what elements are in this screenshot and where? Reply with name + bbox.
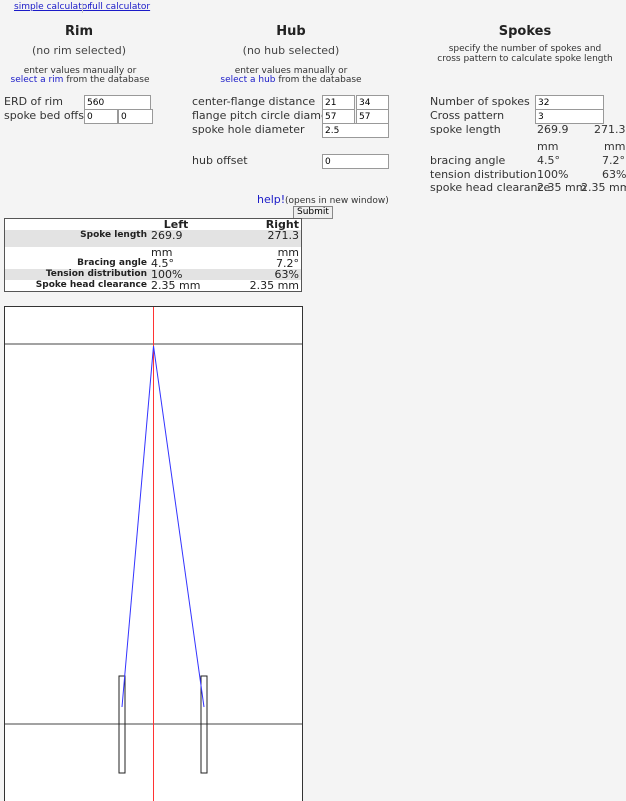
table-row: Spoke length 269.9 271.3: [5, 230, 301, 241]
help-note: (opens in new window): [285, 196, 389, 206]
erd-label: ERD of rim: [4, 95, 63, 108]
erd-input[interactable]: [84, 95, 151, 110]
row-left: 269.9: [149, 230, 203, 241]
number-of-spokes-input[interactable]: [535, 95, 604, 110]
help-link[interactable]: help!: [257, 193, 285, 206]
spoke-length-left: 269.9: [537, 123, 569, 136]
rim-status: (no rim selected): [31, 44, 126, 57]
spoke-hole-diameter-input[interactable]: [322, 123, 389, 138]
rim-hint-line2: select a rim from the database: [0, 75, 160, 85]
hub-offset-label: hub offset: [192, 154, 248, 167]
spoke-length-label: spoke length: [430, 123, 501, 136]
tension-distribution-left: 100%: [537, 168, 569, 181]
flange-pcd-left-input[interactable]: [322, 109, 355, 124]
number-of-spokes-label: Number of spokes: [430, 95, 530, 108]
bracing-angle-label: bracing angle: [430, 154, 506, 167]
unit-right: mm: [604, 140, 626, 153]
spoke-bed-offset-right-input[interactable]: [118, 109, 153, 124]
rim-heading: Rim: [64, 24, 93, 39]
center-flange-right-input[interactable]: [356, 95, 389, 110]
wheel-diagram-svg: [5, 307, 302, 801]
spokes-heading: Spokes: [498, 24, 552, 39]
row-right: 2.35 mm: [249, 279, 299, 292]
spoke-head-clearance-right: 2.35 mm: [581, 181, 626, 194]
hub-hint-line2: select a hub from the database: [211, 75, 371, 85]
left-spoke: [121, 345, 154, 708]
cross-pattern-input[interactable]: [535, 109, 604, 124]
table-row: Spoke head clearance 2.35 mm 2.35 mm: [5, 280, 301, 291]
hub-status: (no hub selected): [242, 44, 340, 57]
bracing-angle-right: 7.2°: [602, 154, 625, 167]
spokes-desc-line2: cross pattern to calculate spoke length: [437, 54, 613, 64]
results-table: Left Right Spoke length 269.9 271.3 mm m…: [4, 218, 302, 292]
row-label: [5, 247, 149, 258]
nav-separator: [82, 3, 83, 13]
unit-left: mm: [537, 140, 559, 153]
tension-distribution-label: tension distribution: [430, 168, 537, 181]
center-flange-left-input[interactable]: [322, 95, 355, 110]
spoke-length-right: 271.3: [594, 123, 626, 136]
spoke-head-clearance-label: spoke head clearance: [430, 181, 551, 194]
row-label: Bracing angle: [77, 258, 147, 268]
spokes-desc-line1: specify the number of spokes and: [448, 44, 602, 54]
row-right: 271.3: [203, 230, 301, 241]
center-flange-distance-label: center-flange distance: [192, 95, 316, 108]
row-label: Tension distribution: [5, 269, 149, 280]
right-spoke: [153, 345, 205, 708]
wheel-diagram: [4, 306, 303, 801]
hub-hint-suffix: from the database: [275, 75, 362, 85]
hub-offset-input[interactable]: [322, 154, 389, 169]
spoke-hole-diameter-label: spoke hole diameter: [192, 123, 305, 136]
row-label: Spoke head clearance: [35, 280, 147, 290]
row-left: 2.35 mm: [151, 279, 201, 292]
select-hub-link[interactable]: select a hub: [220, 75, 275, 85]
select-rim-link[interactable]: select a rim: [11, 75, 64, 85]
rim-hint-suffix: from the database: [63, 75, 150, 85]
simple-calculator-link[interactable]: simple calculator: [14, 2, 91, 12]
spoke-head-clearance-left: 2.35 mm: [537, 181, 587, 194]
flange-pcd-label: flange pitch circle diameter: [192, 109, 344, 122]
spoke-bed-offset-left-input[interactable]: [84, 109, 118, 124]
spoke-bed-offset-label: spoke bed offset: [4, 109, 96, 122]
full-calculator-link[interactable]: full calculator: [89, 2, 150, 12]
row-label: Spoke length: [5, 230, 149, 241]
hub-heading: Hub: [276, 24, 306, 39]
tension-distribution-right: 63%: [602, 168, 626, 181]
flange-pcd-right-input[interactable]: [356, 109, 389, 124]
bracing-angle-left: 4.5°: [537, 154, 560, 167]
cross-pattern-label: Cross pattern: [430, 109, 505, 122]
